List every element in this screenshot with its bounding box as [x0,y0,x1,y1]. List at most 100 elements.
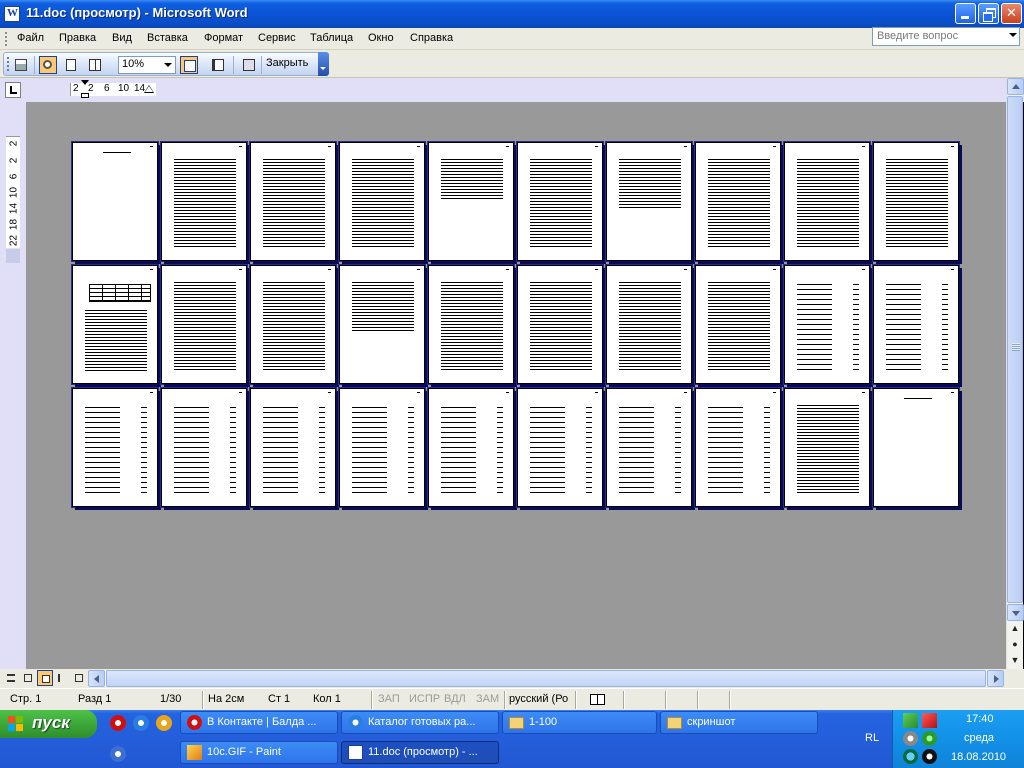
status-overtype[interactable]: ЗАМ [476,693,499,705]
horizontal-ruler[interactable]: 2 2 6 10 14 [70,80,156,98]
page-thumbnail[interactable] [161,388,247,507]
magnifier-button[interactable] [39,56,57,74]
page-thumbnail[interactable] [606,265,692,384]
update-tray-icon[interactable] [903,749,918,764]
one-page-button[interactable] [63,56,81,74]
chevron-down-icon[interactable] [164,63,172,67]
page-thumbnail[interactable] [72,388,158,507]
menu-table[interactable]: Таблица [310,32,353,44]
scroll-down-button[interactable] [1007,604,1024,621]
menu-view[interactable]: Вид [112,32,132,44]
horizontal-scroll-thumb[interactable] [106,670,986,687]
menu-grip[interactable] [5,32,7,46]
view-ruler-button[interactable] [180,56,198,74]
page-thumbnail[interactable] [873,265,959,384]
status-extend[interactable]: ВДЛ [444,693,466,705]
page-thumbnail[interactable] [428,142,514,261]
page-thumbnail[interactable] [695,142,781,261]
task-opera-vkontakte[interactable]: В Контакте | Балда ... [180,711,338,734]
language-indicator[interactable]: RL [865,732,879,744]
page-thumbnail[interactable] [72,265,158,384]
maximize-button[interactable] [978,3,999,24]
opera-quicklaunch-icon[interactable] [110,715,126,731]
print-button[interactable] [12,56,30,74]
page-thumbnail[interactable] [606,142,692,261]
page-thumbnail[interactable] [695,265,781,384]
speaker-tray-icon[interactable] [903,731,918,746]
start-button[interactable]: пуск [0,710,97,738]
shrink-to-fit-button[interactable] [209,56,227,74]
status-record[interactable]: ЗАП [378,693,400,705]
tab-selector-icon[interactable] [5,82,21,98]
page-thumbnail[interactable] [250,388,336,507]
task-paint[interactable]: 10c.GIF - Paint [180,741,338,764]
page-thumbnail[interactable] [161,265,247,384]
normal-view-button[interactable] [3,670,19,686]
toolbar-grip[interactable] [7,57,9,71]
scroll-right-button[interactable] [987,670,1004,687]
wireless-tray-icon[interactable] [922,731,937,746]
task-folder-screenshot[interactable]: скриншот [660,711,818,734]
ie-quicklaunch-icon[interactable] [133,715,149,731]
full-screen-button[interactable] [240,56,258,74]
page-thumbnail[interactable] [250,265,336,384]
vertical-scrollbar[interactable]: ▲ ● ▼ [1006,78,1024,669]
page-thumbnail[interactable] [517,142,603,261]
ask-question-box[interactable]: Введите вопрос [872,27,1020,46]
page-thumbnail[interactable] [72,142,158,261]
page-thumbnail[interactable] [784,388,870,507]
menu-tools[interactable]: Сервис [258,32,296,44]
task-ie-catalog[interactable]: Каталог готовых ра... [341,711,499,734]
page-thumbnail[interactable] [873,388,959,507]
page-thumbnail[interactable] [428,265,514,384]
page-thumbnail[interactable] [784,265,870,384]
task-folder-1-100[interactable]: 1-100 [502,711,657,734]
chevron-down-icon[interactable] [1009,33,1017,37]
menu-file[interactable]: Файл [17,32,44,44]
close-window-button[interactable]: ✕ [1001,3,1022,24]
security-tray-icon[interactable] [922,713,937,728]
toolbar-options-button[interactable] [318,52,329,76]
menu-insert[interactable]: Вставка [147,32,188,44]
select-browse-object-button[interactable]: ● [1010,639,1020,649]
page-thumbnail[interactable] [606,388,692,507]
page-thumbnail[interactable] [695,388,781,507]
page-thumbnail[interactable] [339,142,425,261]
page-thumbnail[interactable] [873,142,959,261]
horizontal-scrollbar[interactable] [88,670,1004,687]
antivirus-tray-icon[interactable] [922,749,937,764]
minimize-button[interactable] [955,3,976,24]
outline-view-button[interactable] [54,670,70,686]
vertical-ruler[interactable]: 2 2 6 10 14 18 22 [6,136,20,263]
scroll-up-button[interactable] [1007,78,1024,95]
network-tray-icon[interactable] [903,713,918,728]
spelling-status-icon[interactable] [589,692,605,706]
reading-layout-button[interactable] [71,670,87,686]
next-page-button[interactable]: ▼ [1010,655,1020,665]
menu-format[interactable]: Формат [204,32,243,44]
close-preview-button[interactable]: Закрыть [266,57,308,69]
page-thumbnail[interactable] [339,265,425,384]
page-thumbnail[interactable] [339,388,425,507]
menu-window[interactable]: Окно [368,32,394,44]
print-preview-area[interactable] [26,102,1006,669]
page-thumbnail[interactable] [517,388,603,507]
media-quicklaunch-icon[interactable] [156,715,172,731]
messenger-quicklaunch-icon[interactable] [110,746,126,762]
page-thumbnail[interactable] [784,142,870,261]
zoom-select[interactable]: 10% [118,56,176,74]
page-thumbnail[interactable] [250,142,336,261]
menu-help[interactable]: Справка [410,32,453,44]
page-thumbnail[interactable] [428,388,514,507]
status-track-changes[interactable]: ИСПР [409,693,440,705]
vertical-scroll-thumb[interactable] [1007,96,1023,603]
right-indent-marker[interactable] [144,85,154,93]
multiple-pages-button[interactable] [86,56,104,74]
print-layout-button[interactable] [37,670,53,686]
task-word-preview[interactable]: 11.doc (просмотр) - ... [341,741,499,764]
page-thumbnail[interactable] [517,265,603,384]
scroll-left-button[interactable] [88,670,105,687]
word-app-icon[interactable] [4,6,20,22]
previous-page-button[interactable]: ▲ [1010,623,1020,633]
clock-time[interactable]: 17:40 [966,713,994,725]
